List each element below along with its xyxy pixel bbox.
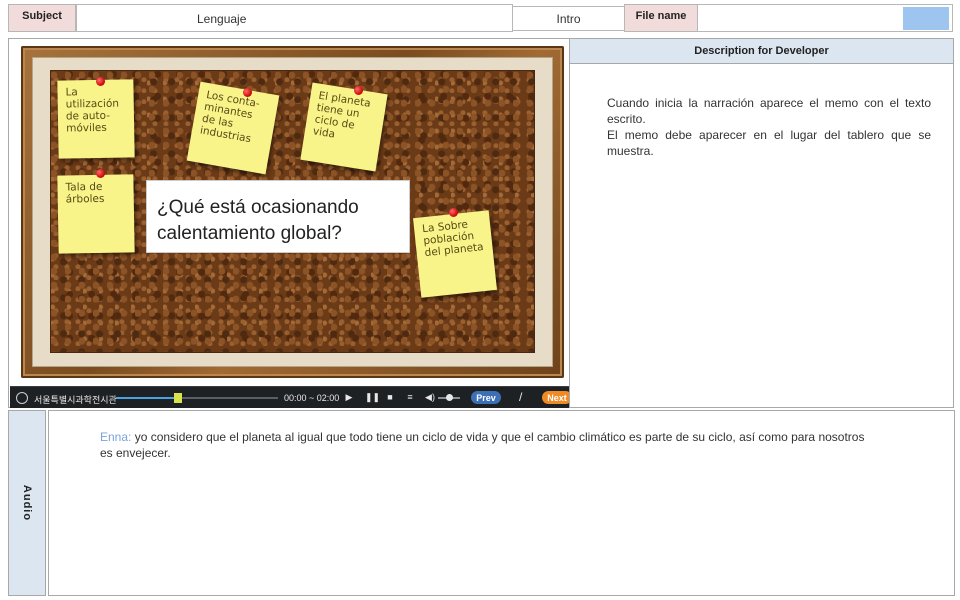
sticky-note: La utilización de auto- móviles	[57, 79, 135, 159]
pushpin-icon	[243, 88, 252, 97]
file-name-field[interactable]	[697, 4, 953, 32]
file-name-label-text: File name	[635, 10, 687, 22]
volume-icon[interactable]: ◀)	[424, 392, 436, 403]
pushpin-icon	[96, 77, 105, 86]
sticky-note: Los conta- minantes de las industrias	[186, 81, 280, 175]
sticky-note: Tala de árboles	[57, 174, 135, 254]
description-panel	[569, 38, 954, 408]
progress-track[interactable]	[116, 393, 278, 403]
menu-icon[interactable]: ≡	[405, 392, 415, 402]
transcript-text: yo considero que el planeta al igual que…	[100, 430, 865, 460]
subject-label-text: Subject	[22, 10, 62, 22]
description-paragraph: El memo debe aparecer en el lugar del ta…	[607, 128, 931, 158]
description-body: Cuando inicia la narración aparece el me…	[607, 95, 931, 159]
pushpin-icon	[449, 208, 458, 217]
question-box: ¿Qué está ocasionando calentamiento glob…	[146, 180, 410, 253]
section-tab[interactable]: Intro	[512, 6, 625, 31]
description-title: Description for Developer	[694, 45, 829, 57]
file-name-swatch	[903, 7, 949, 30]
next-button[interactable]: Next	[542, 391, 572, 404]
play-icon[interactable]: ▶	[344, 392, 354, 403]
pause-icon[interactable]: ❚❚	[365, 392, 380, 403]
speaker-name: Enna:	[100, 430, 132, 444]
subject-label: Subject	[8, 4, 76, 32]
logo-icon	[16, 392, 28, 404]
audio-side-label: Audio	[8, 410, 46, 596]
description-paragraph: Cuando inicia la narración aparece el me…	[607, 96, 931, 126]
next-label: Next	[547, 392, 567, 403]
volume-slider[interactable]	[438, 394, 460, 401]
sticky-note: La Sobre población del planeta	[413, 210, 497, 298]
player-brand: 서울특별시과학전시관	[34, 395, 117, 405]
prev-label: Prev	[476, 392, 496, 403]
audio-label: Audio	[21, 484, 34, 522]
subject-value: Lenguaje	[197, 12, 247, 26]
prev-button[interactable]: Prev	[471, 391, 501, 404]
stop-icon[interactable]: ■	[385, 392, 395, 402]
media-player-bar: 서울특별시과학전시관 00:00 ~ 02:00 ▶ ❚❚ ■ ≡ ◀) Pre…	[10, 386, 572, 408]
nav-separator: /	[519, 390, 523, 404]
progress-fill	[116, 397, 178, 399]
pushpin-icon	[96, 169, 105, 178]
subject-field[interactable]: Lenguaje	[76, 4, 513, 32]
time-readout: 00:00 ~ 02:00	[284, 393, 340, 403]
sticky-note: El planeta tiene un ciclo de vida	[300, 82, 388, 172]
file-name-label: File name	[624, 4, 698, 32]
section-tab-label: Intro	[556, 11, 581, 26]
pushpin-icon	[354, 86, 363, 95]
progress-thumb[interactable]	[173, 393, 182, 403]
audio-panel: Enna: yo considero que el planeta al igu…	[48, 410, 955, 596]
volume-knob[interactable]	[446, 394, 453, 401]
description-header: Description for Developer	[569, 38, 954, 64]
audio-transcript: Enna: yo considero que el planeta al igu…	[100, 429, 870, 461]
